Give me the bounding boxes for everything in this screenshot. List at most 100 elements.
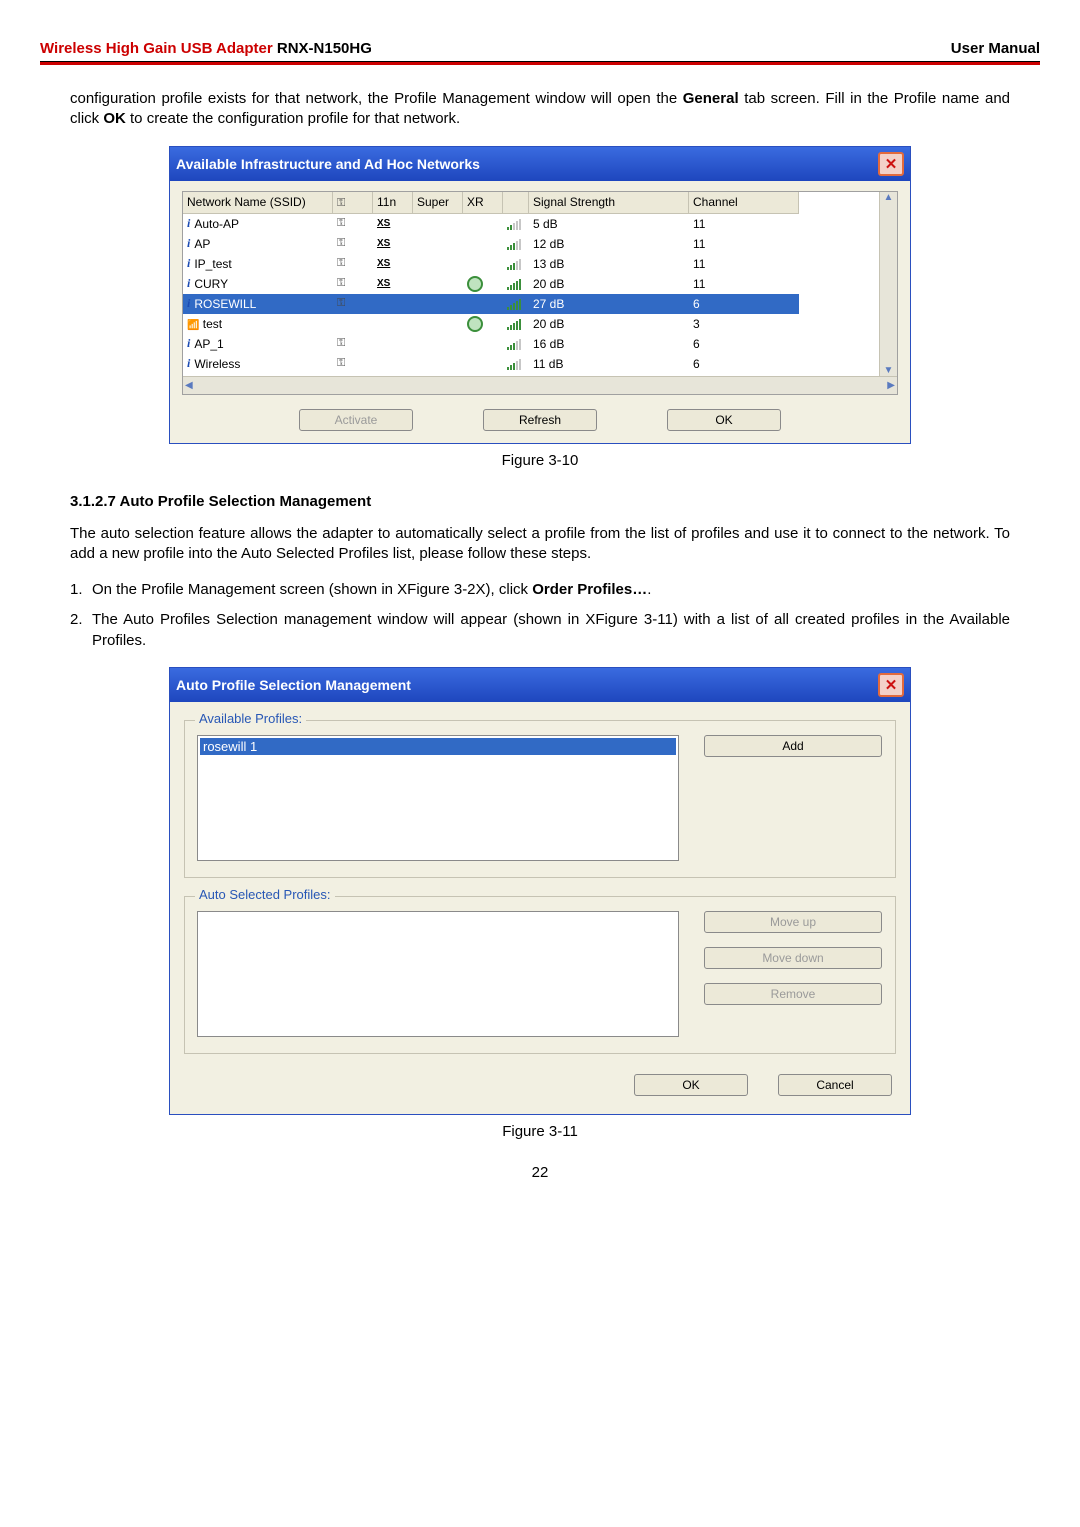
infra-icon bbox=[187, 256, 194, 271]
infra-icon bbox=[187, 236, 194, 251]
auto-selected-listbox[interactable] bbox=[197, 911, 679, 1037]
col-channel[interactable]: Channel bbox=[689, 192, 799, 214]
network-row-bars bbox=[503, 334, 529, 354]
network-row-security: ⚿ bbox=[333, 214, 373, 234]
intro-paragraph: configuration profile exists for that ne… bbox=[70, 89, 1010, 130]
infra-icon bbox=[187, 356, 194, 371]
activate-button[interactable]: Activate bbox=[299, 409, 413, 431]
network-row-ssid[interactable]: AP_1 bbox=[183, 334, 333, 354]
xs-icon: XS bbox=[377, 218, 390, 229]
available-profile-item[interactable]: rosewill 1 bbox=[200, 738, 676, 755]
lock-icon: ⚿ bbox=[337, 357, 345, 370]
network-row-11n bbox=[373, 354, 413, 374]
network-row-ssid[interactable]: IP_test bbox=[183, 254, 333, 274]
dialog-titlebar: Available Infrastructure and Ad Hoc Netw… bbox=[170, 147, 910, 181]
network-row-ssid[interactable]: Wireless bbox=[183, 354, 333, 374]
lock-icon: ⚿ bbox=[337, 237, 345, 250]
network-row-xr bbox=[463, 294, 503, 314]
signal-bars-icon bbox=[507, 238, 521, 250]
network-row-ssid[interactable]: ROSEWILL bbox=[183, 294, 333, 314]
xr-icon bbox=[467, 316, 483, 332]
vertical-scrollbar[interactable]: ▲ ▼ bbox=[879, 192, 897, 376]
list-number: 1. bbox=[70, 580, 92, 600]
network-row-bars bbox=[503, 314, 529, 334]
move-down-button[interactable]: Move down bbox=[704, 947, 882, 969]
close-icon[interactable]: ✕ bbox=[878, 673, 904, 697]
network-row-bars bbox=[503, 294, 529, 314]
list-item: 1. On the Profile Management screen (sho… bbox=[70, 580, 1010, 600]
dialog-title: Auto Profile Selection Management bbox=[176, 677, 411, 693]
network-listview[interactable]: Network Name (SSID) ⚿ 11n Super XR Signa… bbox=[182, 191, 898, 395]
ok-button[interactable]: OK bbox=[634, 1074, 748, 1096]
col-11n[interactable]: 11n bbox=[373, 192, 413, 214]
header-title-red: Wireless High Gain USB Adapter bbox=[40, 40, 273, 57]
col-xr[interactable]: XR bbox=[463, 192, 503, 214]
lock-icon: ⚿ bbox=[337, 217, 345, 230]
lock-icon: ⚿ bbox=[337, 277, 345, 290]
network-row-11n bbox=[373, 334, 413, 354]
signal-bars-icon bbox=[507, 278, 521, 290]
network-row-11n: XS bbox=[373, 214, 413, 234]
network-row-xr bbox=[463, 234, 503, 254]
network-row-ssid[interactable]: Auto-AP bbox=[183, 214, 333, 234]
col-ssid[interactable]: Network Name (SSID) bbox=[183, 192, 333, 214]
lock-icon: ⚿ bbox=[337, 297, 345, 310]
network-row-super bbox=[413, 234, 463, 254]
dialog-titlebar: Auto Profile Selection Management ✕ bbox=[170, 668, 910, 702]
network-row-security: ⚿ bbox=[333, 274, 373, 294]
signal-bars-icon bbox=[507, 298, 521, 310]
network-row-xr bbox=[463, 354, 503, 374]
add-button[interactable]: Add bbox=[704, 735, 882, 757]
header-right: User Manual bbox=[951, 40, 1040, 57]
network-row-ssid[interactable]: AP bbox=[183, 234, 333, 254]
cancel-button[interactable]: Cancel bbox=[778, 1074, 892, 1096]
network-row-channel: 6 bbox=[689, 334, 799, 354]
horizontal-scrollbar[interactable]: ◀ ▶ bbox=[183, 376, 897, 394]
figure-3-11: Auto Profile Selection Management ✕ Avai… bbox=[70, 667, 1010, 1115]
infra-icon bbox=[187, 216, 194, 231]
auto-profile-paragraph: The auto selection feature allows the ad… bbox=[70, 524, 1010, 565]
remove-button[interactable]: Remove bbox=[704, 983, 882, 1005]
network-row-11n: XS bbox=[373, 274, 413, 294]
signal-bars-icon bbox=[507, 218, 521, 230]
network-row-bars bbox=[503, 354, 529, 374]
auto-profile-dialog: Auto Profile Selection Management ✕ Avai… bbox=[169, 667, 911, 1115]
network-row-11n bbox=[373, 314, 413, 334]
signal-bars-icon bbox=[507, 318, 521, 330]
col-key-icon[interactable]: ⚿ bbox=[333, 192, 373, 214]
available-profiles-listbox[interactable]: rosewill 1 bbox=[197, 735, 679, 861]
network-row-super bbox=[413, 274, 463, 294]
col-super[interactable]: Super bbox=[413, 192, 463, 214]
network-row-signal: 27 dB bbox=[529, 294, 689, 314]
scroll-left-icon: ◀ bbox=[185, 380, 193, 391]
list-number: 2. bbox=[70, 610, 92, 651]
xr-icon bbox=[467, 276, 483, 292]
header-rule bbox=[40, 61, 1040, 65]
network-row-signal: 16 dB bbox=[529, 334, 689, 354]
group-label: Auto Selected Profiles: bbox=[195, 887, 335, 902]
col-bars[interactable] bbox=[503, 192, 529, 214]
network-row-signal: 20 dB bbox=[529, 274, 689, 294]
move-up-button[interactable]: Move up bbox=[704, 911, 882, 933]
network-row-bars bbox=[503, 274, 529, 294]
network-row-channel: 3 bbox=[689, 314, 799, 334]
close-icon[interactable]: ✕ bbox=[878, 152, 904, 176]
available-profiles-group: Available Profiles: rosewill 1 Add bbox=[184, 720, 896, 878]
scroll-down-icon: ▼ bbox=[884, 365, 894, 376]
network-row-11n: XS bbox=[373, 234, 413, 254]
network-row-super bbox=[413, 334, 463, 354]
network-row-super bbox=[413, 354, 463, 374]
list-item: 2. The Auto Profiles Selection managemen… bbox=[70, 610, 1010, 651]
network-row-ssid[interactable]: test bbox=[183, 314, 333, 334]
ok-button[interactable]: OK bbox=[667, 409, 781, 431]
manual-page: Wireless High Gain USB Adapter RNX-N150H… bbox=[0, 0, 1080, 1221]
infra-icon bbox=[187, 296, 194, 311]
signal-bars-icon bbox=[507, 258, 521, 270]
refresh-button[interactable]: Refresh bbox=[483, 409, 597, 431]
figure-3-10: Available Infrastructure and Ad Hoc Netw… bbox=[70, 146, 1010, 444]
col-signal[interactable]: Signal Strength bbox=[529, 192, 689, 214]
network-row-super bbox=[413, 214, 463, 234]
network-row-security: ⚿ bbox=[333, 294, 373, 314]
network-row-xr bbox=[463, 314, 503, 334]
network-row-ssid[interactable]: CURY bbox=[183, 274, 333, 294]
